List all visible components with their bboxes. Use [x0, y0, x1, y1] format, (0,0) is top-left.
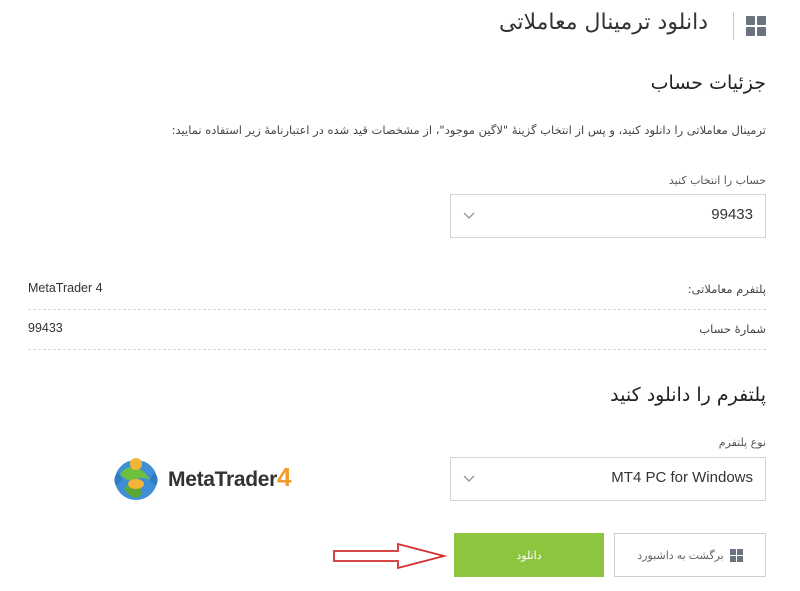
- platform-select-value: MT4 PC for Windows: [611, 469, 753, 486]
- chevron-down-icon: [463, 475, 475, 482]
- download-platform-title: پلتفرم را دانلود کنید: [610, 384, 766, 406]
- account-select-value: 99433: [711, 206, 753, 223]
- dashboard-grid-icon[interactable]: [746, 16, 766, 36]
- platform-info-row: پلتفرم معاملاتی: MetaTrader 4: [28, 270, 766, 310]
- back-to-dashboard-button[interactable]: برگشت به داشبورد: [614, 533, 766, 577]
- account-number-value: 99433: [28, 321, 63, 335]
- metatrader-globe-icon: [114, 458, 158, 500]
- chevron-down-icon: [463, 212, 475, 219]
- page-header: دانلود ترمینال معاملاتی: [0, 0, 800, 52]
- header-divider: [733, 12, 734, 40]
- dashboard-grid-icon: [729, 548, 743, 562]
- platform-select[interactable]: MT4 PC for Windows: [450, 457, 766, 501]
- instruction-text: ترمینال معاملاتی را دانلود کنید، و پس از…: [171, 123, 766, 137]
- back-button-label: برگشت به داشبورد: [637, 549, 724, 562]
- account-details-title: جزئیات حساب: [650, 72, 766, 94]
- account-select-label: حساب را انتخاب کنید: [668, 174, 766, 187]
- page-title: دانلود ترمینال معاملاتی: [499, 10, 708, 35]
- platform-info-label: پلتفرم معاملاتی:: [687, 282, 766, 296]
- platform-info-value: MetaTrader 4: [28, 281, 103, 295]
- metatrader-brand: MetaTrader4: [168, 462, 292, 492]
- account-number-row: شمارهٔ حساب 99433: [28, 310, 766, 350]
- platform-type-label: نوع پلتفرم: [718, 436, 766, 449]
- red-arrow-icon: [333, 542, 448, 570]
- metatrader-logo: MetaTrader4: [110, 450, 310, 505]
- account-select[interactable]: 99433: [450, 194, 766, 238]
- download-button[interactable]: دانلود: [454, 533, 604, 577]
- account-number-label: شمارهٔ حساب: [699, 322, 766, 336]
